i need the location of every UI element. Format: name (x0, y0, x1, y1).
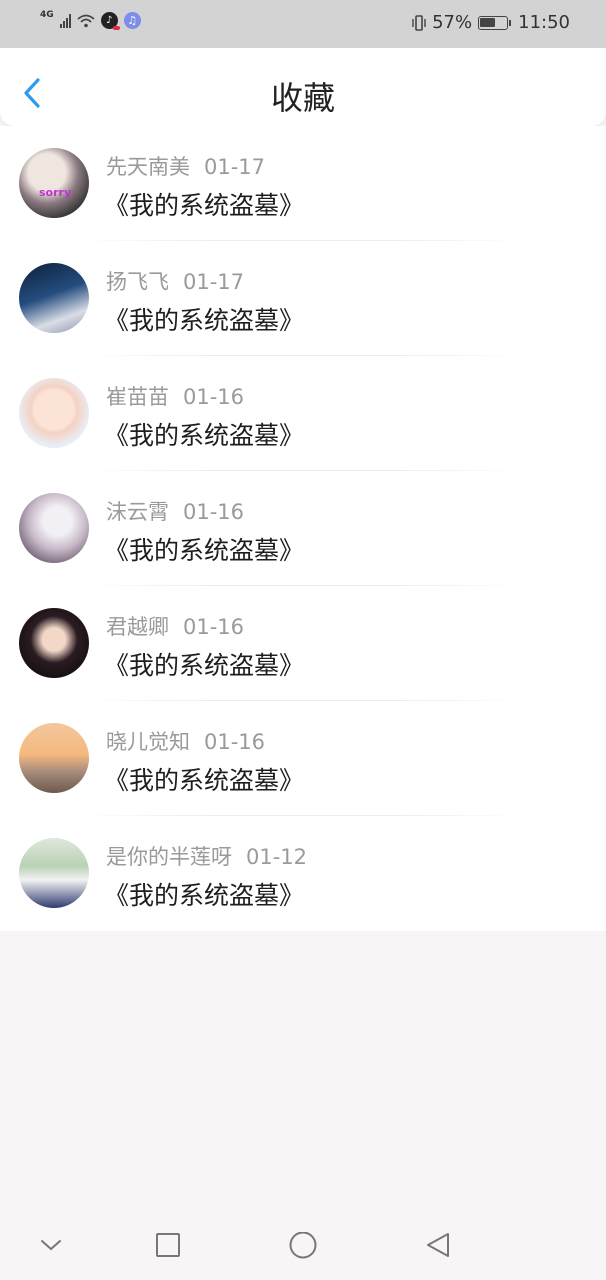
book-title[interactable]: 《我的系统盗墓》 (104, 646, 304, 682)
network-type: 4G (40, 9, 54, 20)
username: 沫云霄 (106, 500, 169, 524)
recent-apps-icon[interactable] (155, 1232, 181, 1258)
username: 晓儿觉知 (106, 730, 190, 754)
book-title[interactable]: 《我的系统盗墓》 (104, 416, 304, 452)
avatar[interactable]: sorry (19, 148, 89, 218)
status-left: 4G ♪ ♫ (40, 9, 141, 30)
home-icon[interactable] (288, 1232, 318, 1262)
username: 是你的半莲呀 (106, 845, 232, 869)
date: 01-16 (183, 615, 245, 639)
back-triangle-icon[interactable] (424, 1232, 452, 1260)
date: 01-12 (246, 845, 308, 869)
status-right: 57% 11:50 (412, 12, 570, 33)
book-title[interactable]: 《我的系统盗墓》 (104, 301, 304, 337)
clock: 11:50 (518, 12, 570, 33)
item-meta: 先天南美 01-17 (106, 151, 265, 181)
username: 扬飞飞 (106, 270, 169, 294)
list-item[interactable]: 晓儿觉知 01-16 《我的系统盗墓》 (0, 701, 606, 816)
book-title[interactable]: 《我的系统盗墓》 (104, 531, 304, 567)
username: 君越卿 (106, 615, 169, 639)
date: 01-17 (183, 270, 245, 294)
battery-icon (478, 15, 512, 30)
vibrate-icon (412, 14, 426, 31)
avatar[interactable] (19, 608, 89, 678)
signal-icon (59, 13, 71, 28)
list-item[interactable]: 是你的半莲呀 01-12 《我的系统盗墓》 (0, 816, 606, 931)
tiktok-notification-icon: ♪ (100, 12, 120, 30)
system-nav-bar (0, 1212, 606, 1280)
date: 01-16 (204, 730, 266, 754)
username: 崔苗苗 (106, 385, 169, 409)
date: 01-16 (183, 385, 245, 409)
item-meta: 君越卿 01-16 (106, 611, 244, 641)
book-title[interactable]: 《我的系统盗墓》 (104, 761, 304, 797)
favorites-list: sorry 先天南美 01-17 《我的系统盗墓》 扬飞飞 01-17 《我的系统盗… (0, 126, 606, 931)
wifi-icon (77, 14, 95, 27)
music-notification-icon: ♫ (123, 12, 141, 29)
avatar[interactable] (19, 378, 89, 448)
list-item[interactable]: 君越卿 01-16 《我的系统盗墓》 (0, 586, 606, 701)
username: 先天南美 (106, 155, 190, 179)
list-item[interactable]: 扬飞飞 01-17 《我的系统盗墓》 (0, 241, 606, 356)
item-meta: 是你的半莲呀 01-12 (106, 841, 307, 871)
status-bar: 4G ♪ ♫ 57% 11:50 (0, 0, 606, 48)
battery-percent: 57% (432, 12, 473, 33)
date: 01-16 (183, 500, 245, 524)
avatar[interactable] (19, 723, 89, 793)
book-title[interactable]: 《我的系统盗墓》 (104, 876, 304, 912)
date: 01-17 (204, 155, 266, 179)
chevron-down-icon[interactable] (38, 1232, 64, 1258)
avatar[interactable] (19, 838, 89, 908)
item-meta: 崔苗苗 01-16 (106, 381, 244, 411)
list-item[interactable]: 崔苗苗 01-16 《我的系统盗墓》 (0, 356, 606, 471)
item-meta: 晓儿觉知 01-16 (106, 726, 265, 756)
item-meta: 沫云霄 01-16 (106, 496, 244, 526)
list-item[interactable]: 沫云霄 01-16 《我的系统盗墓》 (0, 471, 606, 586)
header: 收藏 (0, 48, 606, 126)
avatar-text: sorry (39, 186, 72, 199)
page-title: 收藏 (270, 79, 335, 117)
avatar[interactable] (19, 493, 89, 563)
item-meta: 扬飞飞 01-17 (106, 266, 244, 296)
avatar[interactable] (19, 263, 89, 333)
list-item[interactable]: sorry 先天南美 01-17 《我的系统盗墓》 (0, 126, 606, 241)
book-title[interactable]: 《我的系统盗墓》 (104, 186, 304, 222)
